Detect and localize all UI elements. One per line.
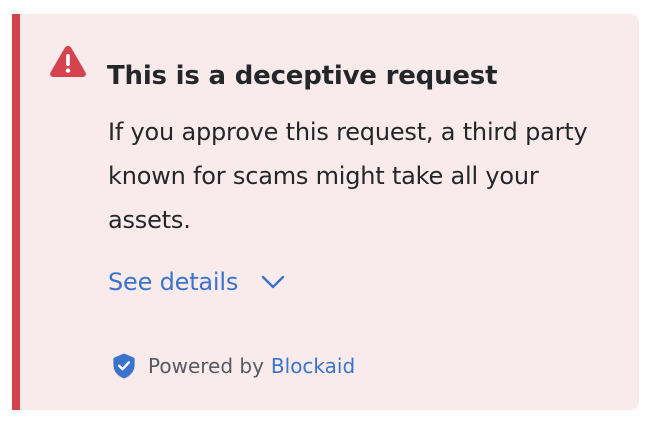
- shield-icon: [113, 353, 135, 379]
- see-details-label: See details: [108, 268, 239, 296]
- powered-by-label: Powered by: [148, 354, 264, 378]
- warning-triangle-icon: [50, 46, 86, 77]
- see-details-button[interactable]: See details: [108, 262, 286, 302]
- alert-title: This is a deceptive request: [107, 61, 498, 91]
- chevron-down-icon: [261, 275, 285, 289]
- alert-description: If you approve this request, a third par…: [108, 118, 588, 234]
- attribution: Powered by Blockaid: [112, 351, 355, 381]
- security-alert-banner: This is a deceptive request If you appro…: [12, 14, 639, 410]
- provider-link[interactable]: Blockaid: [271, 351, 355, 381]
